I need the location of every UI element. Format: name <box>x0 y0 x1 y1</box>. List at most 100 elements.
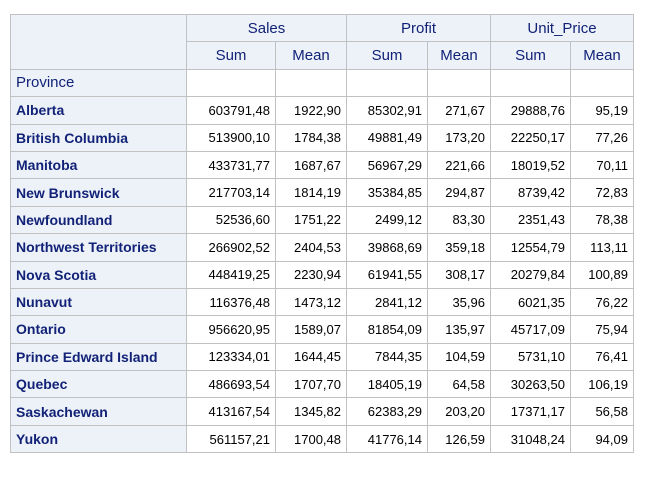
header-group-row: Sales Profit Unit_Price <box>10 13 634 70</box>
cell-profit-sum: 2841,12 <box>346 287 428 317</box>
province-label: Manitoba <box>10 150 187 180</box>
cell-unit-price-sum: 6021,35 <box>490 287 571 317</box>
cell-profit-mean: 294,87 <box>427 178 491 207</box>
cell-sales-sum: 217703,14 <box>186 178 276 207</box>
province-label: Quebec <box>10 370 187 399</box>
cell-unit-price-mean: 77,26 <box>570 123 634 152</box>
column-header-sales-sum: Sum <box>186 41 276 70</box>
cell-profit-sum: 2499,12 <box>346 205 428 235</box>
cell-unit-price-sum: 31048,24 <box>490 424 571 454</box>
table-row: Nova Scotia 448419,25 2230,94 61941,55 308,1… <box>10 260 634 289</box>
cell-unit-price-sum: 45717,09 <box>490 315 571 344</box>
cell-profit-sum: 7844,35 <box>346 342 428 372</box>
cell-profit-sum: 18405,19 <box>346 370 428 399</box>
cell-sales-sum: 486693,54 <box>186 370 276 399</box>
table-row: Newfoundland 52536,60 1751,22 2499,12 83,30 2… <box>10 205 634 235</box>
blank-cell <box>570 68 634 98</box>
column-header-profit-sum: Sum <box>346 41 428 70</box>
cell-sales-sum: 116376,48 <box>186 287 276 317</box>
cell-unit-price-mean: 95,19 <box>570 96 634 125</box>
cell-profit-mean: 126,59 <box>427 424 491 454</box>
cell-unit-price-sum: 22250,17 <box>490 123 571 152</box>
cell-unit-price-mean: 76,41 <box>570 342 634 372</box>
cell-unit-price-mean: 72,83 <box>570 178 634 207</box>
cell-sales-sum: 513900,10 <box>186 123 276 152</box>
table-row: Nunavut 116376,48 1473,12 2841,12 35,96 6021,… <box>10 287 634 317</box>
province-label: Yukon <box>10 424 187 454</box>
table-row: Alberta 603791,48 1922,90 85302,91 271,67 298… <box>10 96 634 125</box>
cell-unit-price-mean: 106,19 <box>570 370 634 399</box>
blank-cell <box>427 68 491 98</box>
cell-unit-price-mean: 100,89 <box>570 260 634 289</box>
province-label: Prince Edward Island <box>10 342 187 372</box>
cell-profit-sum: 49881,49 <box>346 123 428 152</box>
column-header-sales-mean: Mean <box>275 41 347 70</box>
cell-unit-price-sum: 29888,76 <box>490 96 571 125</box>
table-body: Province Alberta 603791,48 1922,90 85302,91… <box>10 68 634 454</box>
cell-profit-sum: 85302,91 <box>346 96 428 125</box>
cell-profit-sum: 39868,69 <box>346 233 428 262</box>
cell-sales-sum: 956620,95 <box>186 315 276 344</box>
cell-sales-mean: 1814,19 <box>275 178 347 207</box>
cell-unit-price-sum: 30263,50 <box>490 370 571 399</box>
cell-sales-sum: 123334,01 <box>186 342 276 372</box>
cell-sales-mean: 2404,53 <box>275 233 347 262</box>
cell-unit-price-sum: 20279,84 <box>490 260 571 289</box>
cell-profit-mean: 203,20 <box>427 397 491 426</box>
province-label: Newfoundland <box>10 205 187 235</box>
cell-profit-sum: 35384,85 <box>346 178 428 207</box>
province-label: Nunavut <box>10 287 187 317</box>
cell-unit-price-mean: 78,38 <box>570 205 634 235</box>
cell-profit-sum: 62383,29 <box>346 397 428 426</box>
cell-profit-mean: 35,96 <box>427 287 491 317</box>
cell-profit-mean: 135,97 <box>427 315 491 344</box>
cell-unit-price-sum: 12554,79 <box>490 233 571 262</box>
table-header: Sales Profit Unit_Price Sum Mean Sum Mea… <box>10 13 634 70</box>
cell-profit-mean: 308,17 <box>427 260 491 289</box>
cell-sales-mean: 2230,94 <box>275 260 347 289</box>
blank-cell <box>275 68 347 98</box>
column-header-unit-price-sum: Sum <box>490 41 571 70</box>
cell-profit-mean: 359,18 <box>427 233 491 262</box>
province-label: Ontario <box>10 315 187 344</box>
cell-unit-price-sum: 8739,42 <box>490 178 571 207</box>
table-row: Saskachewan 413167,54 1345,82 62383,29 203,2… <box>10 397 634 426</box>
province-label: British Columbia <box>10 123 187 152</box>
cell-unit-price-mean: 56,58 <box>570 397 634 426</box>
cell-unit-price-mean: 76,22 <box>570 287 634 317</box>
column-header-unit-price-mean: Mean <box>570 41 634 70</box>
cell-profit-sum: 56967,29 <box>346 150 428 180</box>
column-group-sales: Sales <box>186 13 347 43</box>
cell-sales-mean: 1700,48 <box>275 424 347 454</box>
cell-unit-price-sum: 5731,10 <box>490 342 571 372</box>
blank-cell <box>490 68 571 98</box>
cell-profit-mean: 104,59 <box>427 342 491 372</box>
cell-unit-price-mean: 94,09 <box>570 424 634 454</box>
cell-unit-price-mean: 113,11 <box>570 233 634 262</box>
cell-sales-sum: 603791,48 <box>186 96 276 125</box>
cell-unit-price-mean: 70,11 <box>570 150 634 180</box>
table-row: Manitoba 433731,77 1687,67 56967,29 221,66 18… <box>10 150 634 180</box>
column-group-unit-price: Unit_Price <box>490 13 634 43</box>
cell-unit-price-sum: 18019,52 <box>490 150 571 180</box>
cell-profit-mean: 271,67 <box>427 96 491 125</box>
cell-sales-mean: 1473,12 <box>275 287 347 317</box>
cell-unit-price-mean: 75,94 <box>570 315 634 344</box>
cell-profit-mean: 83,30 <box>427 205 491 235</box>
row-header-row: Province <box>10 68 634 98</box>
table-row: Yukon 561157,21 1700,48 41776,14 126,59 31048… <box>10 424 634 454</box>
cell-sales-mean: 1589,07 <box>275 315 347 344</box>
cell-profit-sum: 81854,09 <box>346 315 428 344</box>
cell-profit-mean: 221,66 <box>427 150 491 180</box>
cell-unit-price-sum: 2351,43 <box>490 205 571 235</box>
corner-cell <box>10 14 187 70</box>
province-label: Northwest Territories <box>10 233 187 262</box>
cell-sales-mean: 1345,82 <box>275 397 347 426</box>
cell-sales-sum: 52536,60 <box>186 205 276 235</box>
province-label: Nova Scotia <box>10 260 187 289</box>
table-row: Ontario 956620,95 1589,07 81854,09 135,97 457… <box>10 315 634 344</box>
cell-sales-sum: 448419,25 <box>186 260 276 289</box>
province-label: Alberta <box>10 96 187 125</box>
cell-sales-sum: 413167,54 <box>186 397 276 426</box>
cell-sales-sum: 561157,21 <box>186 424 276 454</box>
